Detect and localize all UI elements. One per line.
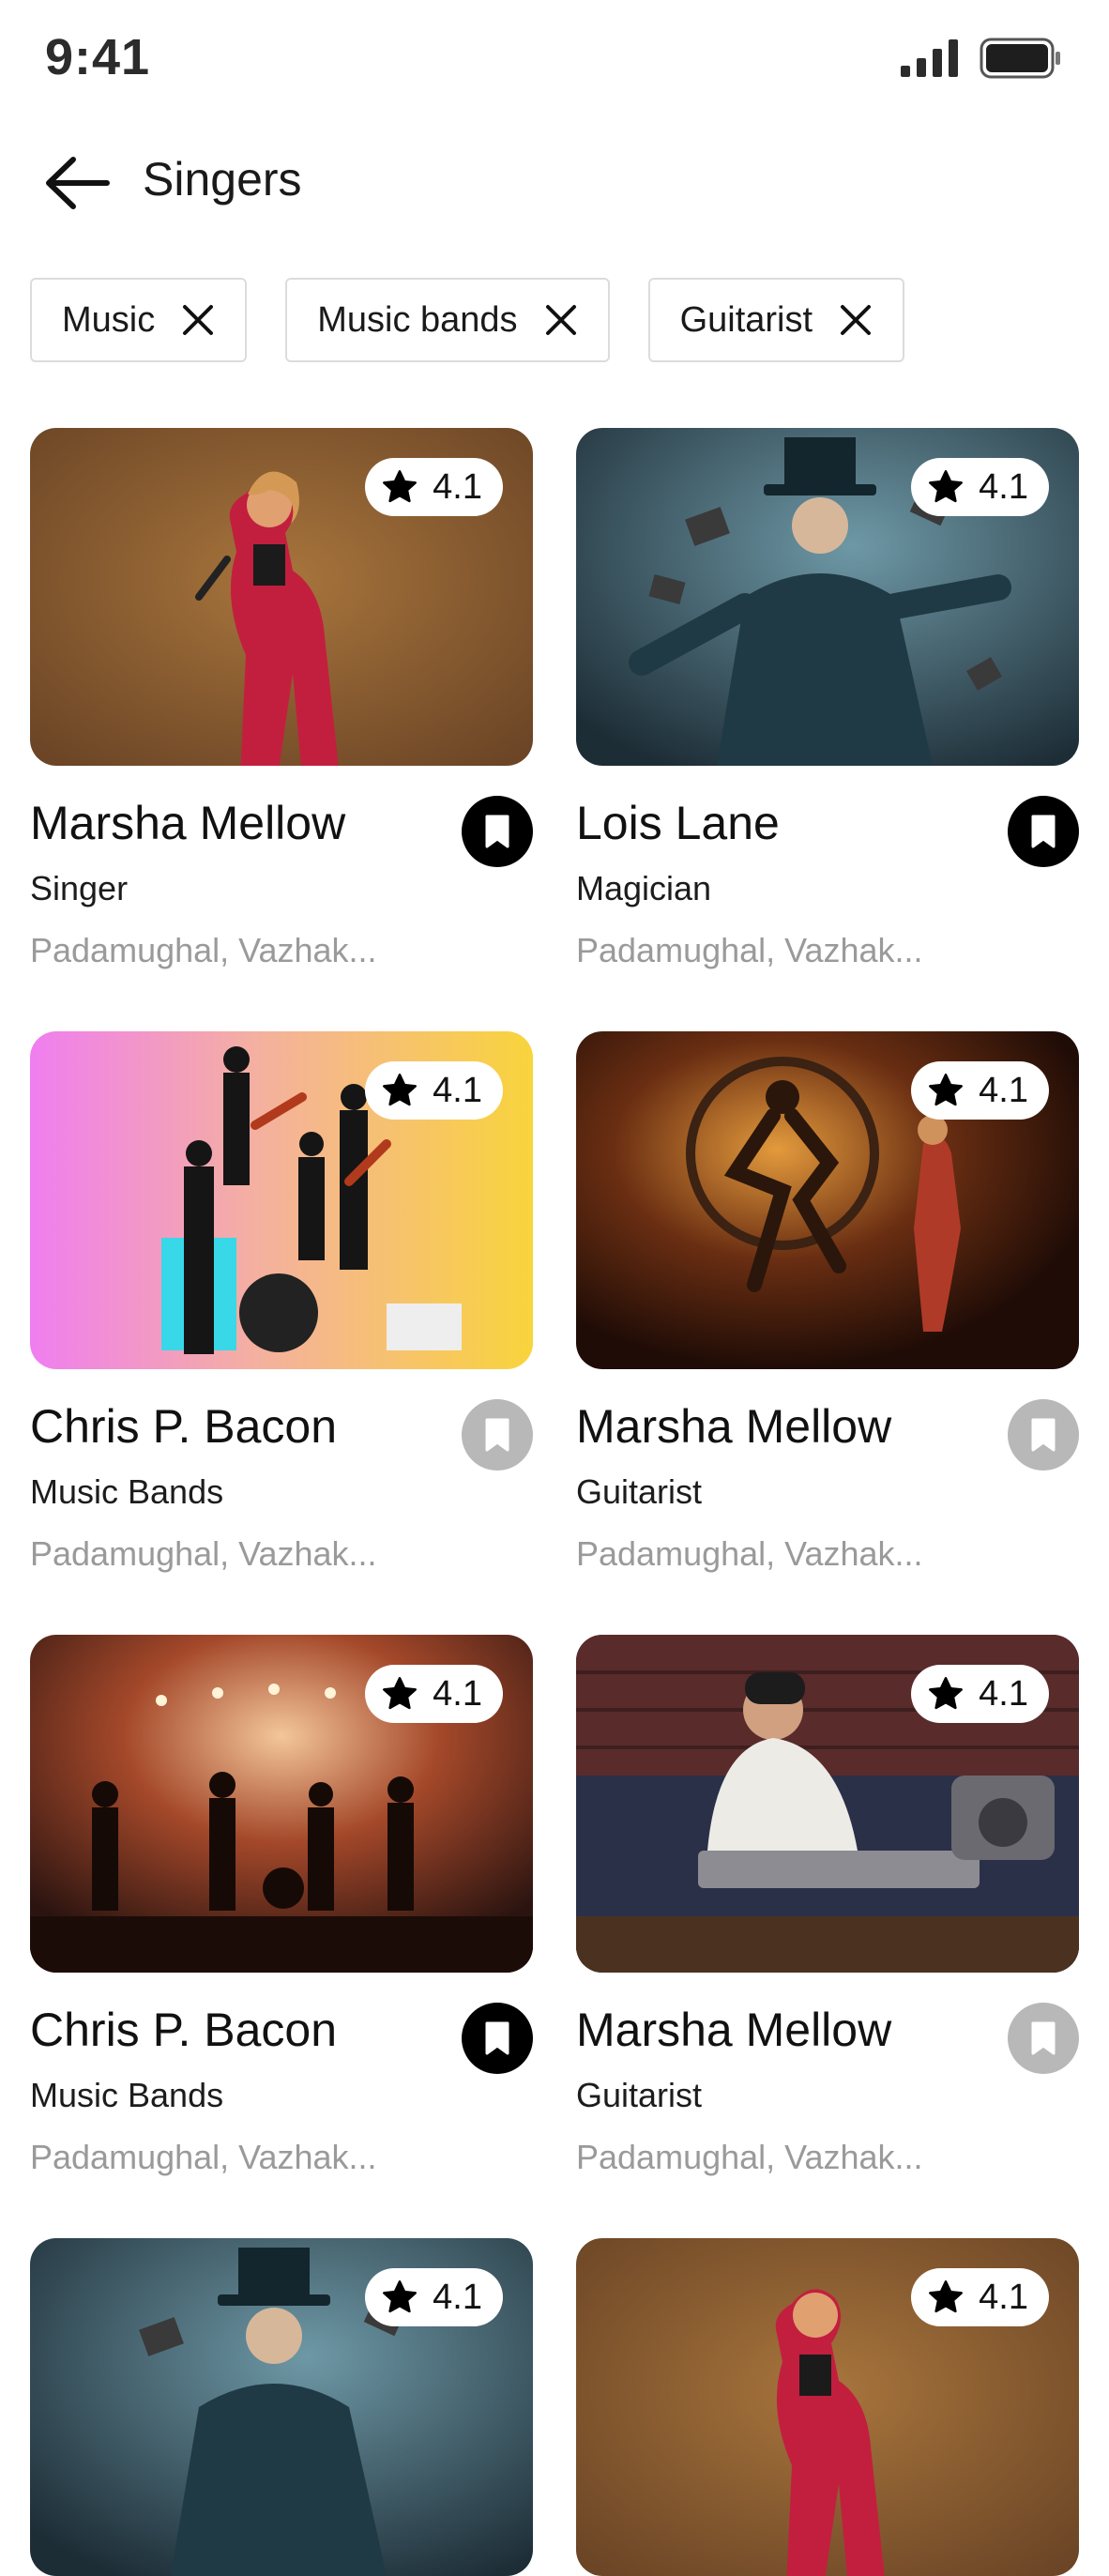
performer-name: Chris P. Bacon xyxy=(30,1400,338,1453)
performer-category: Singer xyxy=(30,869,129,907)
performer-location: Padamughal, Vazhak... xyxy=(30,1534,377,1573)
keyboard-photo: 4.1 xyxy=(576,1635,1079,1973)
bookmark-button[interactable] xyxy=(462,796,533,867)
back-arrow-icon[interactable] xyxy=(41,150,113,216)
performer-card[interactable]: 4.1 Marsha Mellow Guitarist Padamughal, … xyxy=(576,1635,1079,2176)
star-icon xyxy=(383,1074,418,1106)
filter-chips: Music Music bands Guitarist xyxy=(30,278,905,362)
dancer-photo: 4.1 xyxy=(576,1031,1079,1369)
rating-badge: 4.1 xyxy=(911,1665,1049,1723)
bookmark-button[interactable] xyxy=(1008,796,1079,867)
bookmark-icon xyxy=(485,815,509,848)
performer-category: Music Bands xyxy=(30,2076,224,2114)
performer-card[interactable]: 4.1 Chris P. Bacon Music Bands Padamugha… xyxy=(30,1635,533,2176)
rating-value: 4.1 xyxy=(433,1070,482,1110)
concert-photo: 4.1 xyxy=(30,1635,533,1973)
star-icon xyxy=(929,2280,964,2313)
rating-value: 4.1 xyxy=(979,466,1028,507)
performer-card[interactable]: 4.1 xyxy=(576,2238,1079,2576)
close-icon[interactable] xyxy=(181,303,215,337)
star-icon xyxy=(929,1677,964,1710)
battery-icon xyxy=(980,38,1060,79)
bookmark-icon xyxy=(485,1418,509,1452)
rating-value: 4.1 xyxy=(433,466,482,507)
performer-location: Padamughal, Vazhak... xyxy=(30,2138,377,2176)
bookmark-button[interactable] xyxy=(462,2003,533,2074)
bookmark-button[interactable] xyxy=(1008,1399,1079,1471)
performer-location: Padamughal, Vazhak... xyxy=(576,2138,923,2176)
chip-label: Music xyxy=(62,299,156,340)
performer-name: Marsha Mellow xyxy=(30,797,346,849)
rating-badge: 4.1 xyxy=(365,458,503,516)
magician-photo: 4.1 xyxy=(576,428,1079,766)
performer-category: Guitarist xyxy=(576,2076,703,2114)
bookmark-button[interactable] xyxy=(1008,2003,1079,2074)
singer-photo: 4.1 xyxy=(576,2238,1079,2576)
performer-category: Music Bands xyxy=(30,1472,224,1511)
signal-icon xyxy=(901,39,958,77)
performer-category: Guitarist xyxy=(576,1472,703,1511)
magician-photo: 4.1 xyxy=(30,2238,533,2576)
band-photo: 4.1 xyxy=(30,1031,533,1369)
rating-value: 4.1 xyxy=(979,1673,1028,1714)
rating-badge: 4.1 xyxy=(365,1665,503,1723)
filter-chip-music[interactable]: Music xyxy=(30,278,248,362)
close-icon[interactable] xyxy=(839,303,873,337)
rating-badge: 4.1 xyxy=(911,458,1049,516)
bookmark-icon xyxy=(1031,815,1056,848)
bookmark-icon xyxy=(1031,1418,1056,1452)
performer-name: Chris P. Bacon xyxy=(30,2004,338,2056)
bookmark-icon xyxy=(1031,2021,1056,2055)
close-icon[interactable] xyxy=(544,303,578,337)
performer-card[interactable]: 4.1 Marsha Mellow Guitarist Padamughal, … xyxy=(576,1031,1079,1573)
star-icon xyxy=(929,470,964,503)
chip-label: Guitarist xyxy=(679,299,813,340)
rating-badge: 4.1 xyxy=(911,1061,1049,1120)
star-icon xyxy=(383,2280,418,2313)
bookmark-button[interactable] xyxy=(462,1399,533,1471)
performer-card[interactable]: 4.1 Chris P. Bacon Music Bands Padamugha… xyxy=(30,1031,533,1573)
filter-chip-music-bands[interactable]: Music bands xyxy=(285,278,610,362)
performer-category: Magician xyxy=(576,869,712,907)
performer-location: Padamughal, Vazhak... xyxy=(576,1534,923,1573)
filter-chip-guitarist[interactable]: Guitarist xyxy=(647,278,905,362)
rating-value: 4.1 xyxy=(433,1673,482,1714)
rating-badge: 4.1 xyxy=(365,2268,503,2326)
star-icon xyxy=(383,1677,418,1710)
rating-badge: 4.1 xyxy=(911,2268,1049,2326)
performer-card[interactable]: 4.1 Lois Lane Magician Padamughal, Vazha… xyxy=(576,428,1079,969)
status-bar-time: 9:41 xyxy=(45,29,151,85)
bookmark-icon xyxy=(485,2021,509,2055)
performer-name: Marsha Mellow xyxy=(576,2004,892,2056)
rating-value: 4.1 xyxy=(979,2277,1028,2317)
performer-name: Marsha Mellow xyxy=(576,1400,892,1453)
performer-card[interactable]: 4.1 Marsha Mellow Singer Padamughal, Vaz… xyxy=(30,428,533,969)
rating-badge: 4.1 xyxy=(365,1061,503,1120)
performer-location: Padamughal, Vazhak... xyxy=(576,931,923,969)
performer-name: Lois Lane xyxy=(576,797,780,849)
rating-value: 4.1 xyxy=(979,1070,1028,1110)
performer-location: Padamughal, Vazhak... xyxy=(30,931,377,969)
performer-card[interactable]: 4.1 xyxy=(30,2238,533,2576)
rating-value: 4.1 xyxy=(433,2277,482,2317)
chip-label: Music bands xyxy=(317,299,518,340)
star-icon xyxy=(929,1074,964,1106)
page-title: Singers xyxy=(143,153,302,206)
star-icon xyxy=(383,470,418,503)
singer-photo: 4.1 xyxy=(30,428,533,766)
